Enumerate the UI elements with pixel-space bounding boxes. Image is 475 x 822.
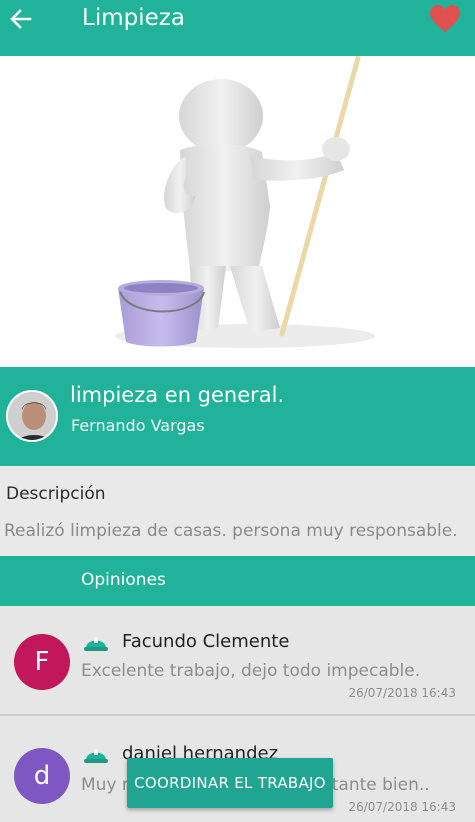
opinions-header: Opiniones <box>0 556 475 606</box>
heart-icon <box>430 5 460 32</box>
hard-hat-icon <box>84 749 108 763</box>
owner-name[interactable]: Fernando Vargas <box>71 416 205 435</box>
arrow-left-icon <box>10 9 32 29</box>
cleaning-person-illustration <box>115 56 375 348</box>
hard-hat-icon <box>84 637 108 651</box>
opinions-title: Opiniones <box>81 570 166 590</box>
coordinate-work-button[interactable]: COORDINAR EL TRABAJO <box>127 758 333 808</box>
owner-avatar[interactable] <box>6 390 58 442</box>
list-item[interactable]: F Facundo Clemente Excelente trabajo, de… <box>0 606 475 716</box>
description-text: Realizó limpieza de casas. persona muy r… <box>4 521 458 541</box>
service-title: limpieza en general. <box>70 383 285 407</box>
user-photo-icon <box>8 392 56 440</box>
service-header: limpieza en general. Fernando Vargas <box>0 367 475 466</box>
avatar: d <box>14 748 70 804</box>
reviewer-name: Facundo Clemente <box>122 631 290 652</box>
avatar: F <box>14 634 70 690</box>
review-comment: Excelente trabajo, dejo todo impecable. <box>81 661 421 681</box>
app-bar: Limpieza <box>0 0 475 56</box>
description-section: Descripción Realizó limpieza de casas. p… <box>0 466 475 556</box>
description-label: Descripción <box>6 484 106 504</box>
favorite-button[interactable] <box>428 4 462 34</box>
page-title: Limpieza <box>82 5 185 31</box>
review-date: 26/07/2018 16:43 <box>348 800 456 814</box>
service-image <box>0 56 475 367</box>
review-date: 26/07/2018 16:43 <box>348 686 456 700</box>
back-button[interactable] <box>6 4 36 34</box>
